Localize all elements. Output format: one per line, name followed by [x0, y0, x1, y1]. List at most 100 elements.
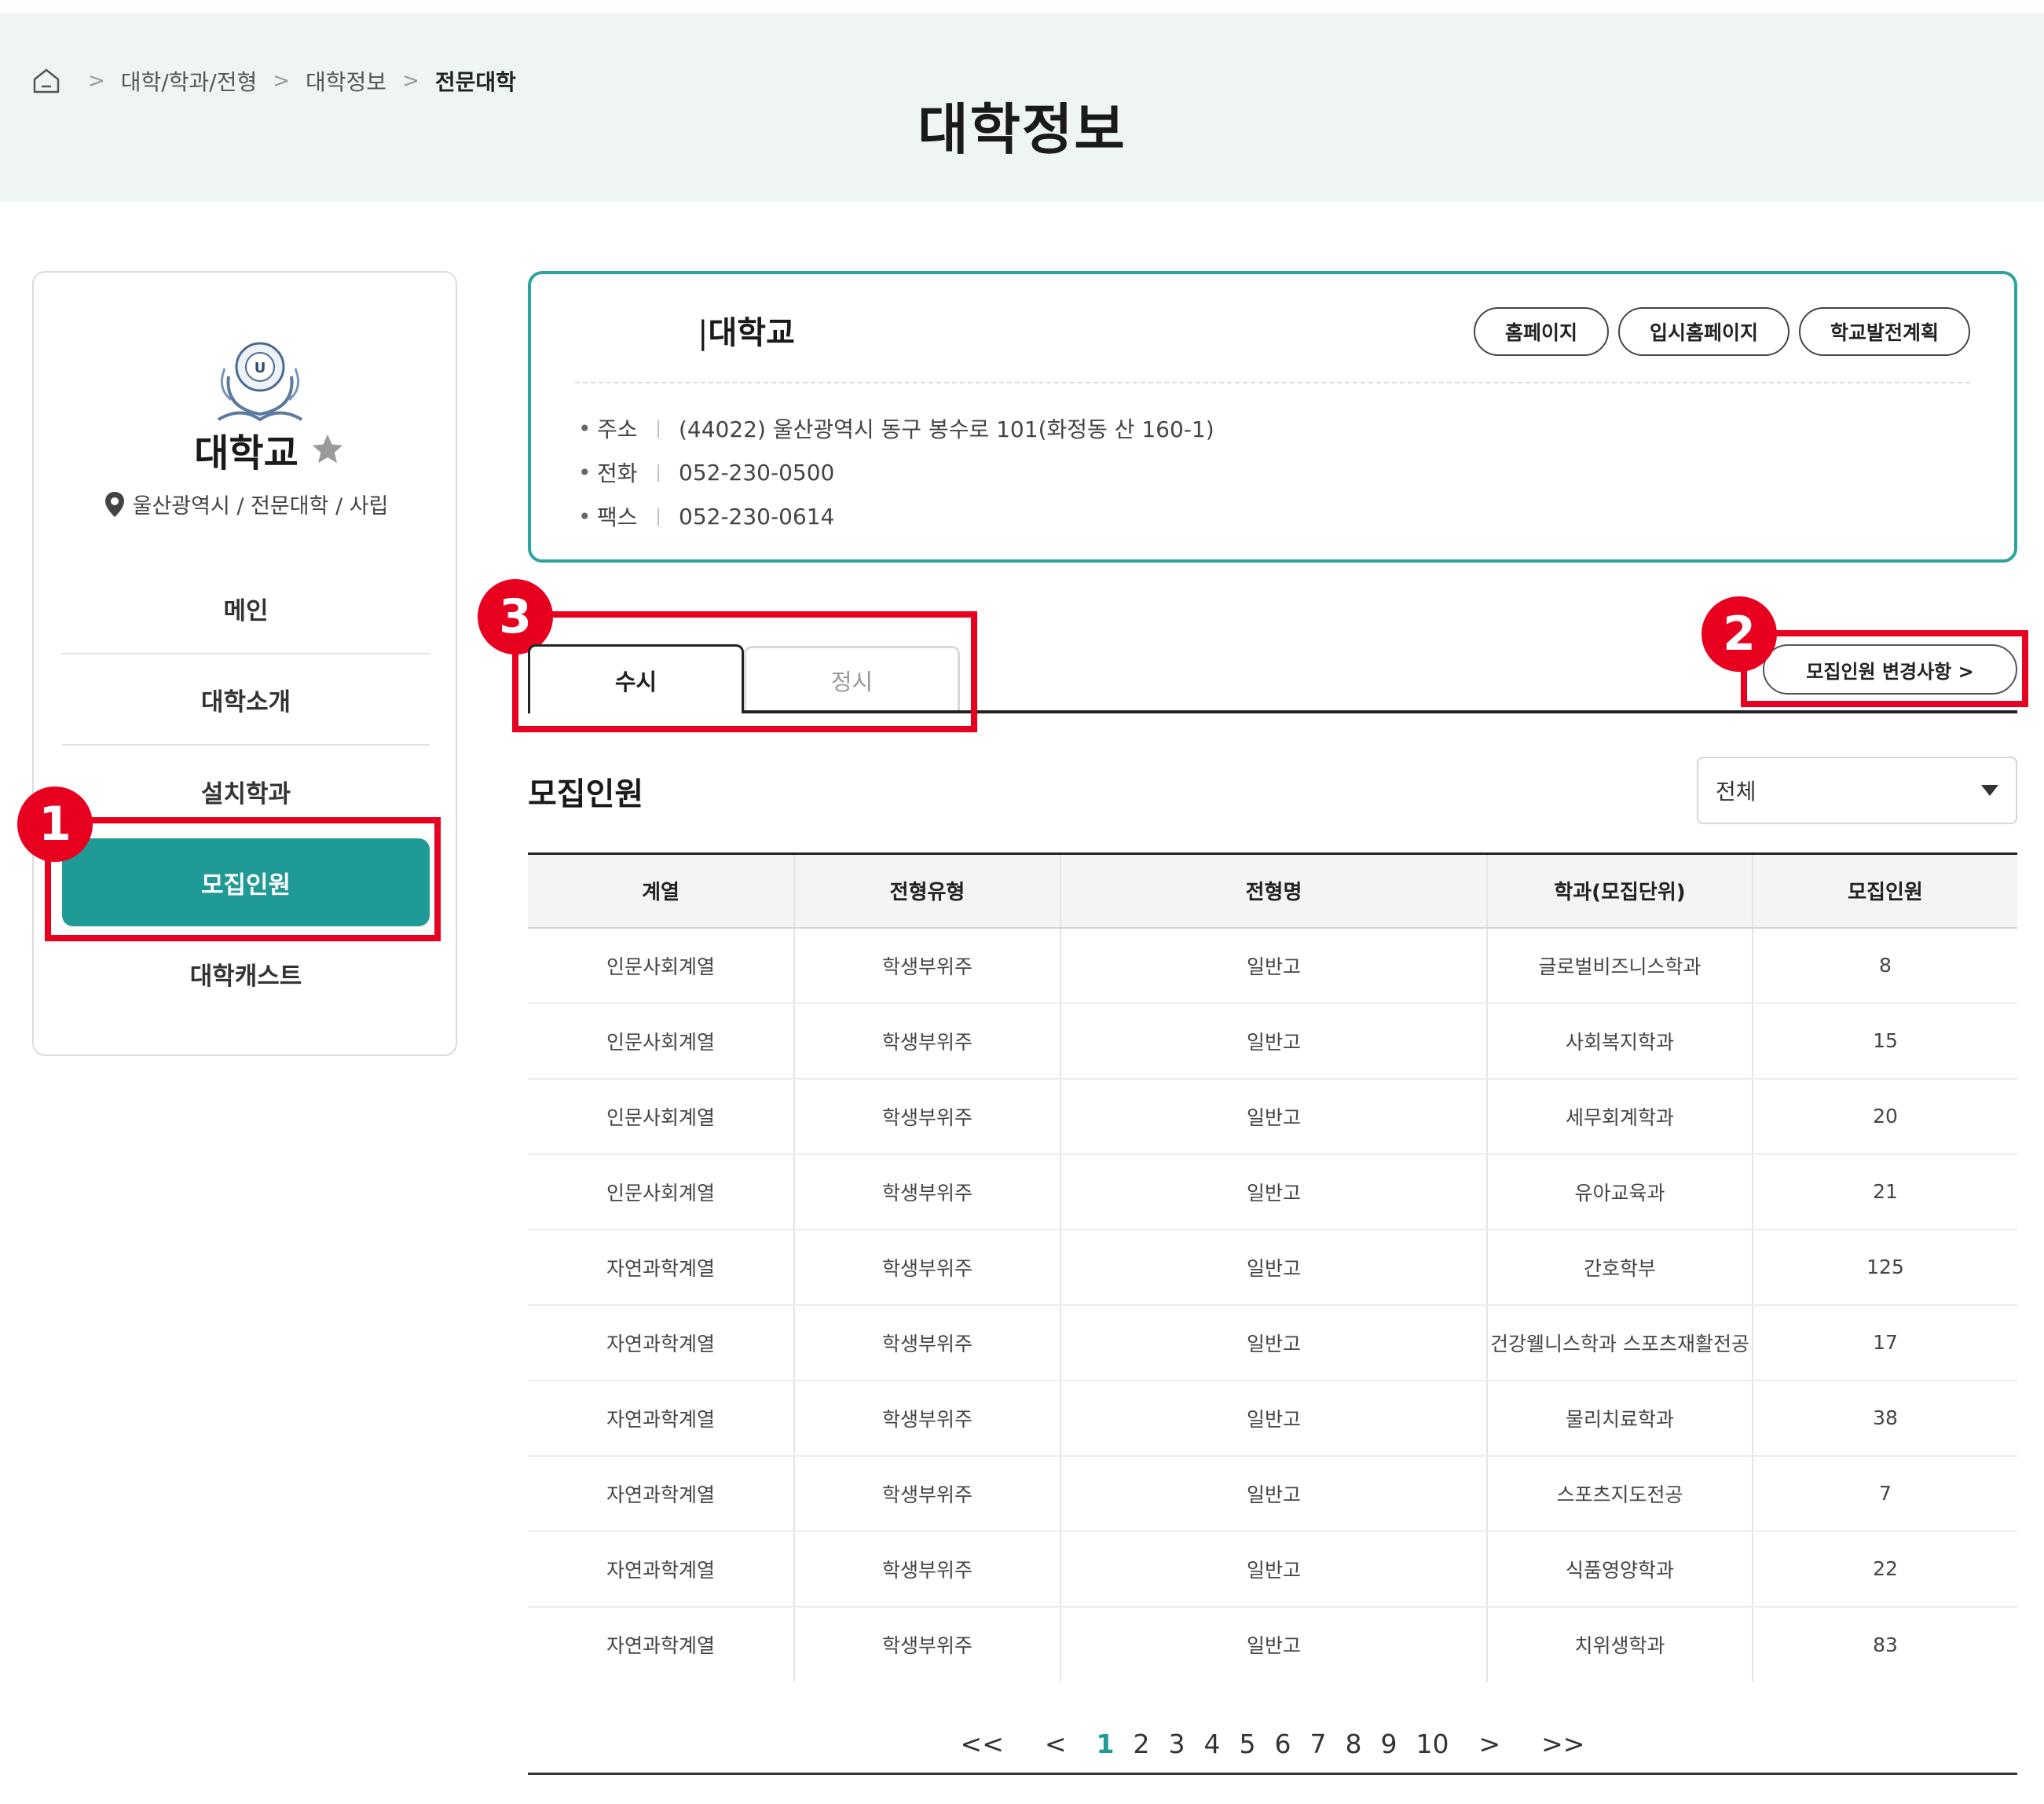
info-separator: | — [655, 506, 661, 526]
page-number-button[interactable]: 10 — [1416, 1729, 1449, 1759]
table-row: 인문사회계열 학생부위주 일반고 글로벌비즈니스학과 8 — [528, 927, 2017, 1004]
table-row: 자연과학계열 학생부위주 일반고 간호학부 125 — [528, 1229, 2017, 1306]
last-page-button[interactable]: >> — [1541, 1729, 1584, 1759]
info-value: 052-230-0500 — [679, 459, 835, 486]
table-row: 자연과학계열 학생부위주 일반고 치위생학과 83 — [528, 1606, 2017, 1682]
page-number-button[interactable]: 5 — [1239, 1729, 1255, 1759]
page-number-button[interactable]: 8 — [1345, 1729, 1361, 1759]
university-name-text: 대학교 — [194, 431, 299, 475]
location-text: 울산광역시 / 전문대학 / 사립 — [132, 494, 389, 519]
info-row-fax: • 팩스 | 052-230-0614 — [578, 494, 1214, 538]
admission-homepage-button[interactable]: 입시홈페이지 — [1617, 307, 1789, 356]
tab-susi[interactable]: 수시 — [528, 644, 744, 713]
table-cell: 125 — [1753, 1229, 2017, 1306]
favorite-star-icon[interactable] — [310, 431, 346, 468]
table-cell: 일반고 — [1060, 1078, 1488, 1155]
table-cell: 학생부위주 — [794, 1304, 1061, 1381]
svg-text:U: U — [255, 360, 266, 376]
university-location: 울산광역시 / 전문대학 / 사립 — [34, 489, 459, 519]
table-cell: 물리치료학과 — [1487, 1380, 1753, 1457]
page-number-button[interactable]: 7 — [1310, 1729, 1326, 1759]
filter-selected-value: 전체 — [1716, 779, 1756, 805]
table-cell: 학생부위주 — [794, 1229, 1061, 1306]
bullet: • — [578, 503, 592, 530]
prev-page-button[interactable]: < — [1045, 1729, 1067, 1759]
table-cell: 식품영양학과 — [1487, 1531, 1753, 1608]
table-cell: 자연과학계열 — [528, 1380, 795, 1457]
table-cell: 학생부위주 — [794, 1380, 1061, 1457]
info-row-address: • 주소 | (44022) 울산광역시 동구 봉수로 101(화정동 산 16… — [578, 406, 1214, 450]
table-cell: 7 — [1753, 1455, 2017, 1532]
table-cell: 일반고 — [1060, 1455, 1488, 1532]
table-cell: 인문사회계열 — [528, 1153, 795, 1230]
pagination-divider — [528, 1773, 2017, 1775]
first-page-button[interactable]: << — [961, 1729, 1004, 1759]
table-row: 인문사회계열 학생부위주 일반고 유아교육과 21 — [528, 1153, 2017, 1230]
table-cell: 일반고 — [1060, 927, 1488, 1004]
info-card-title: |대학교 — [698, 307, 795, 353]
sidebar-item-cast[interactable]: 대학캐스트 — [62, 928, 430, 1019]
table-cell: 38 — [1753, 1380, 2017, 1457]
page-title: 대학정보 — [918, 97, 1126, 162]
table-row: 자연과학계열 학생부위주 일반고 식품영양학과 22 — [528, 1531, 2017, 1608]
info-separator: | — [655, 418, 661, 438]
table-cell: 학생부위주 — [794, 1606, 1061, 1682]
sidebar-item-label: 설치학과 — [200, 779, 291, 808]
table-row: 인문사회계열 학생부위주 일반고 사회복지학과 15 — [528, 1003, 2017, 1080]
table-cell: 일반고 — [1060, 1003, 1488, 1080]
next-page-button[interactable]: > — [1478, 1729, 1500, 1759]
info-value: 052-230-0614 — [679, 503, 835, 530]
page-number-button[interactable]: 9 — [1380, 1729, 1397, 1759]
bullet: • — [578, 415, 592, 442]
homepage-button[interactable]: 홈페이지 — [1473, 307, 1609, 356]
recruitment-table: 계열 전형유형 전형명 학과(모집단위) 모집인원 인문사회계열 학생부위주 일반고… — [528, 852, 2017, 1682]
page-numbers: 1 2 3 4 5 6 7 8 9 10 — [1087, 1729, 1459, 1759]
sidebar-item-intro[interactable]: 대학소개 — [62, 654, 430, 746]
sidebar-item-main[interactable]: 메인 — [62, 563, 430, 654]
table-cell: 일반고 — [1060, 1304, 1488, 1381]
table-cell: 자연과학계열 — [528, 1455, 795, 1532]
page-number-button[interactable]: 3 — [1168, 1729, 1185, 1759]
table-cell: 세무회계학과 — [1487, 1078, 1753, 1155]
table-cell: 스포츠지도전공 — [1487, 1455, 1753, 1532]
development-plan-button[interactable]: 학교발전계획 — [1798, 307, 1970, 356]
sidebar-item-label: 대학소개 — [200, 688, 291, 717]
table-row: 자연과학계열 학생부위주 일반고 건강웰니스학과 스포츠재활전공 17 — [528, 1304, 2017, 1381]
info-card-title-prefix: | — [698, 315, 709, 351]
table-cell: 일반고 — [1060, 1153, 1488, 1230]
page-number-button[interactable]: 1 — [1097, 1729, 1115, 1759]
info-key: 전화 — [597, 460, 638, 486]
table-cell: 건강웰니스학과 스포츠재활전공 — [1487, 1304, 1753, 1381]
dropdown-caret-icon — [1981, 785, 1998, 796]
category-filter-select[interactable]: 전체 — [1697, 757, 2017, 824]
header-banner: > 대학/학과/전형 > 대학정보 > 전문대학 대학정보 — [0, 13, 2044, 202]
table-cell: 20 — [1753, 1078, 2017, 1155]
info-key: 팩스 — [597, 504, 638, 530]
table-cell: 학생부위주 — [794, 1531, 1061, 1608]
column-header: 학과(모집단위) — [1487, 853, 1753, 929]
page-number-button[interactable]: 4 — [1203, 1729, 1220, 1759]
annotation-box-1 — [45, 817, 441, 941]
table-body: 인문사회계열 학생부위주 일반고 글로벌비즈니스학과 8 인문사회계열 학생부위주 일반고 사회… — [528, 927, 2017, 1682]
table-cell: 자연과학계열 — [528, 1229, 795, 1306]
page-number-button[interactable]: 6 — [1274, 1729, 1291, 1759]
info-card-buttons: 홈페이지 입시홈페이지 학교발전계획 — [1473, 307, 1970, 356]
table-cell: 학생부위주 — [794, 1153, 1061, 1230]
annotation-box-2 — [1741, 630, 2028, 707]
column-header: 모집인원 — [1753, 853, 2017, 929]
column-header: 전형명 — [1060, 853, 1488, 929]
table-cell: 학생부위주 — [794, 1078, 1061, 1155]
page-number-button[interactable]: 2 — [1133, 1729, 1149, 1759]
table-cell: 간호학부 — [1487, 1229, 1753, 1306]
sidebar-item-label: 대학캐스트 — [189, 962, 302, 991]
sidebar-item-label: 메인 — [223, 596, 269, 625]
column-header: 전형유형 — [794, 853, 1061, 929]
info-key: 주소 — [597, 416, 638, 442]
table-header-row: 계열 전형유형 전형명 학과(모집단위) 모집인원 — [528, 853, 2017, 929]
info-separator: | — [655, 462, 661, 482]
university-name: 대학교 — [34, 422, 459, 477]
table-cell: 글로벌비즈니스학과 — [1487, 927, 1753, 1004]
table-cell: 일반고 — [1060, 1229, 1488, 1306]
info-value: (44022) 울산광역시 동구 봉수로 101(화정동 산 160-1) — [679, 416, 1214, 442]
university-info-card: |대학교 홈페이지 입시홈페이지 학교발전계획 • 주소 | (44022) 울… — [528, 271, 2017, 563]
